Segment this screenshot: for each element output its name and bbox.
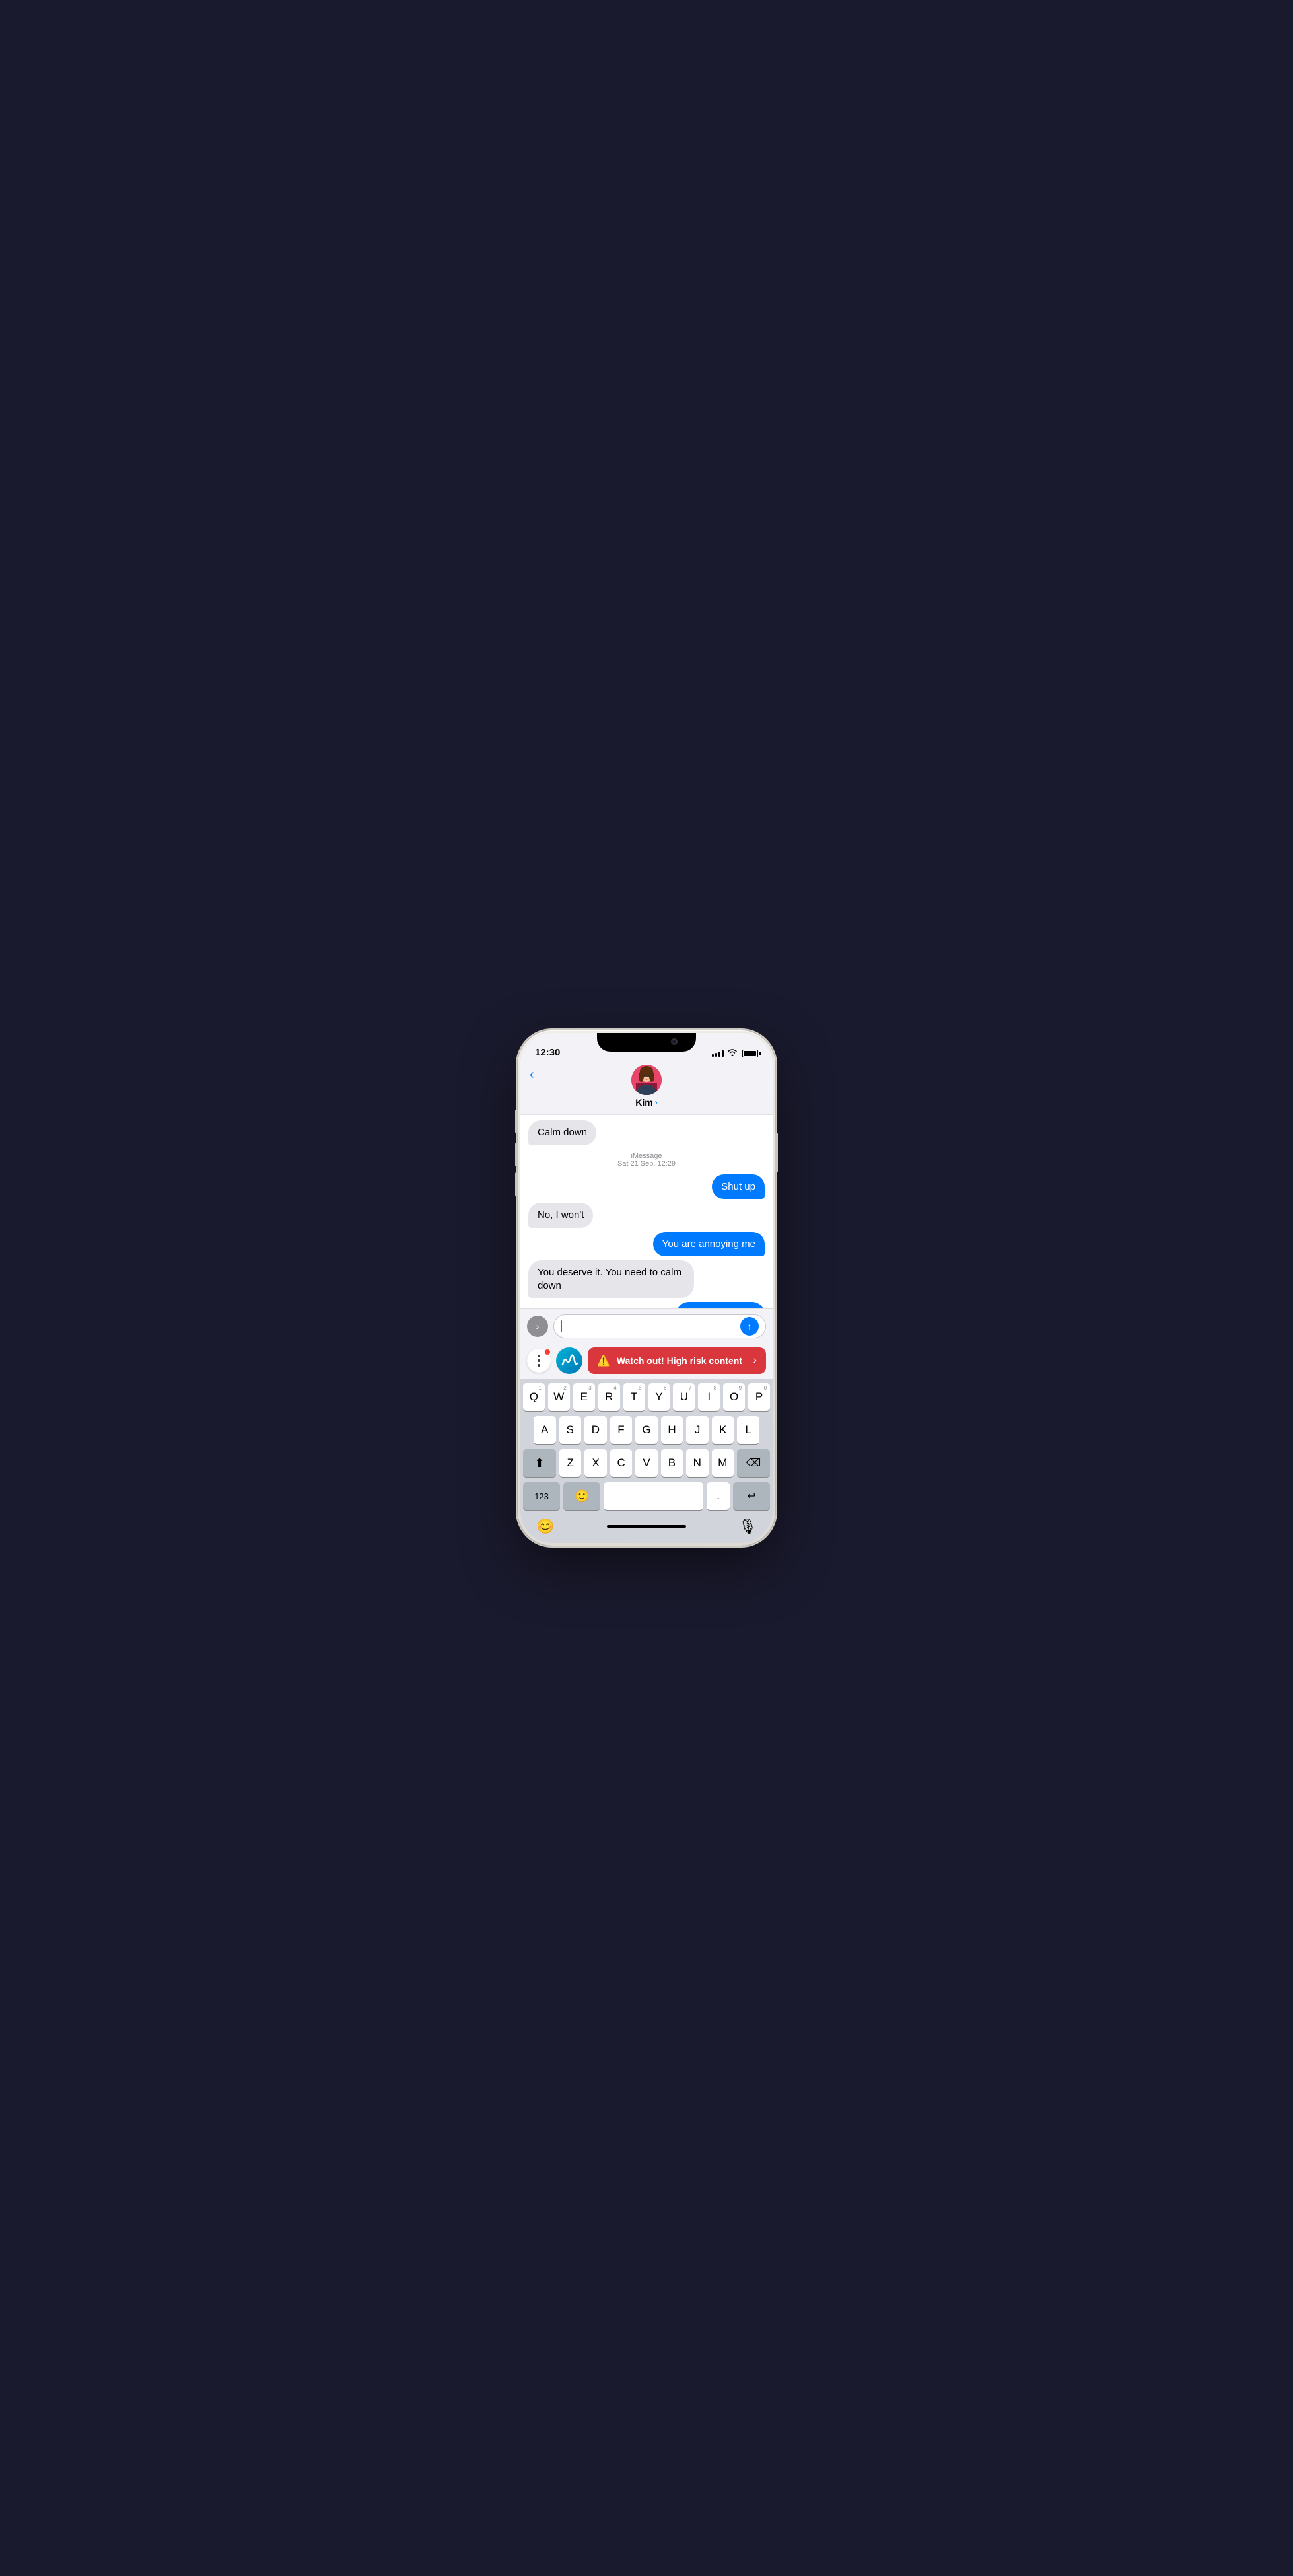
keyboard-bottom: 😊 🎙: [523, 1515, 770, 1542]
notification-badge: [544, 1349, 551, 1355]
microphone-icon[interactable]: 🎙: [738, 1518, 757, 1535]
signal-bars-icon: [712, 1050, 724, 1057]
camera: [671, 1038, 678, 1045]
key-U[interactable]: 7U: [673, 1383, 695, 1411]
contact-name-row[interactable]: Kim ›: [635, 1097, 657, 1108]
keyboard-row-4: 123 🙂 . ↩: [523, 1482, 770, 1510]
keyboard-row-1: 1Q 2W 3E 4R 5T 6Y 7U 8I 9O 0P: [523, 1383, 770, 1411]
key-K[interactable]: K: [712, 1416, 734, 1444]
key-G[interactable]: G: [635, 1416, 658, 1444]
period-key[interactable]: .: [707, 1482, 730, 1510]
notch: [597, 1033, 696, 1052]
shift-key[interactable]: ⬆: [523, 1449, 556, 1477]
phone-frame: 12:30: [518, 1030, 775, 1546]
key-I[interactable]: 8I: [698, 1383, 720, 1411]
key-Z[interactable]: Z: [559, 1449, 581, 1477]
key-Q[interactable]: 1Q: [523, 1383, 545, 1411]
messages-area: Calm down iMessageSat 21 Sep, 12:29 Shut…: [520, 1115, 773, 1308]
keyboard: 1Q 2W 3E 4R 5T 6Y 7U 8I 9O 0P A S D F G …: [520, 1379, 773, 1543]
text-cursor: [561, 1320, 562, 1332]
alert-arrow-icon: ›: [753, 1355, 757, 1367]
return-key[interactable]: ↩: [733, 1482, 770, 1510]
key-C[interactable]: C: [610, 1449, 632, 1477]
key-Y[interactable]: 6Y: [648, 1383, 670, 1411]
message-input[interactable]: ↑: [553, 1314, 766, 1338]
send-button[interactable]: ↑: [740, 1317, 759, 1336]
send-icon: ↑: [748, 1321, 752, 1332]
key-A[interactable]: A: [534, 1416, 556, 1444]
back-button[interactable]: ‹: [530, 1067, 534, 1083]
key-J[interactable]: J: [686, 1416, 709, 1444]
key-W[interactable]: 2W: [548, 1383, 570, 1411]
key-F[interactable]: F: [610, 1416, 633, 1444]
input-area: › ↑: [520, 1308, 773, 1343]
contact-chevron-icon: ›: [655, 1098, 658, 1107]
key-O[interactable]: 9O: [723, 1383, 745, 1411]
key-H[interactable]: H: [661, 1416, 683, 1444]
key-T[interactable]: 5T: [623, 1383, 645, 1411]
message-timestamp: iMessageSat 21 Sep, 12:29: [528, 1152, 765, 1168]
keyboard-row-3: ⬆ Z X C V B N M ⌫: [523, 1449, 770, 1477]
message-bubble-calm-down: Calm down: [528, 1120, 596, 1145]
wave-app-logo[interactable]: [556, 1347, 582, 1374]
key-N[interactable]: N: [686, 1449, 708, 1477]
dots-icon: [538, 1355, 540, 1367]
key-L[interactable]: L: [737, 1416, 759, 1444]
contact-name: Kim: [635, 1097, 652, 1108]
emoji-bottom-icon[interactable]: 😊: [536, 1518, 554, 1535]
expand-button[interactable]: ›: [527, 1316, 548, 1337]
key-X[interactable]: X: [584, 1449, 606, 1477]
key-R[interactable]: 4R: [598, 1383, 620, 1411]
phone-screen: 12:30: [520, 1033, 773, 1543]
key-P[interactable]: 0P: [748, 1383, 770, 1411]
key-V[interactable]: V: [635, 1449, 657, 1477]
key-M[interactable]: M: [712, 1449, 734, 1477]
alert-area: ⚠️ Watch out! High risk content ›: [520, 1343, 773, 1379]
alert-text: Watch out! High risk content: [617, 1355, 742, 1366]
wifi-icon: [727, 1048, 738, 1058]
alert-banner[interactable]: ⚠️ Watch out! High risk content ›: [588, 1347, 766, 1374]
space-key[interactable]: [604, 1482, 703, 1510]
keyboard-row-2: A S D F G H J K L: [523, 1416, 770, 1444]
message-bubble-annoying: You are annoying me: [653, 1232, 765, 1257]
key-D[interactable]: D: [584, 1416, 607, 1444]
message-bubble-deserve: You deserve it. You need to calm down: [528, 1260, 694, 1298]
avatar[interactable]: [631, 1065, 662, 1095]
status-time: 12:30: [535, 1047, 560, 1058]
key-S[interactable]: S: [559, 1416, 582, 1444]
app-dots-button[interactable]: [527, 1349, 551, 1373]
delete-key[interactable]: ⌫: [737, 1449, 770, 1477]
battery-icon: [742, 1050, 758, 1057]
expand-icon: ›: [536, 1321, 540, 1332]
nav-header: ‹: [520, 1062, 773, 1115]
warning-icon: ⚠️: [597, 1354, 610, 1367]
key-B[interactable]: B: [661, 1449, 683, 1477]
message-bubble-enough: I've had enough: [676, 1302, 765, 1308]
status-icons: [712, 1048, 758, 1058]
message-bubble-shut-up: Shut up: [712, 1174, 765, 1199]
key-E[interactable]: 3E: [573, 1383, 595, 1411]
message-bubble-no-i-wont: No, I won't: [528, 1203, 593, 1228]
numbers-key[interactable]: 123: [523, 1482, 560, 1510]
emoji-key[interactable]: 🙂: [563, 1482, 600, 1510]
home-indicator: [607, 1525, 686, 1528]
